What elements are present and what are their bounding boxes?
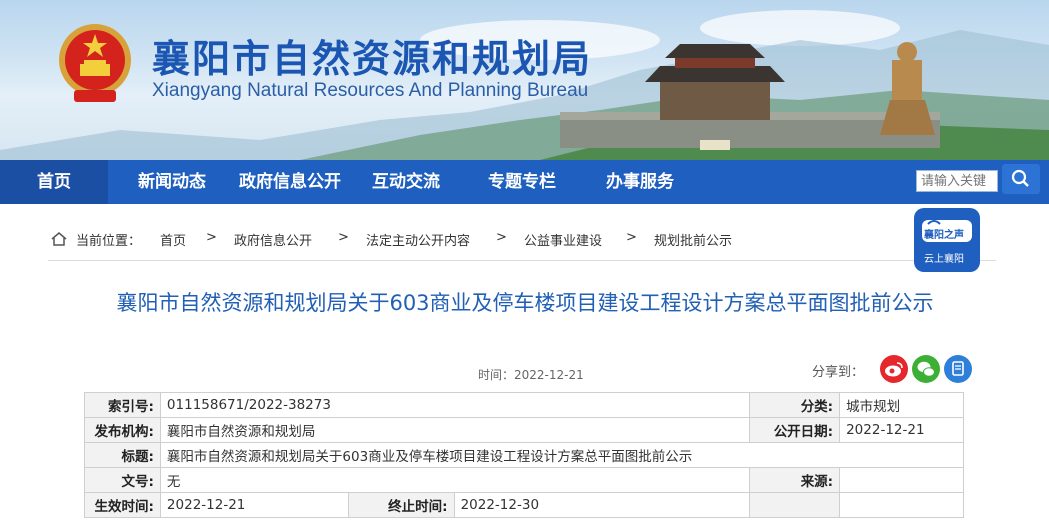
table-row: 索引号: 011158671/2022-38273 分类: 城市规划 [84, 392, 964, 418]
nav-item-interaction[interactable]: 互动交流 [360, 160, 452, 204]
nav-item-news[interactable]: 新闻动态 [122, 160, 222, 204]
copy-share-button[interactable] [944, 355, 972, 383]
breadcrumb-item-statutory[interactable]: 法定主动公开内容 [366, 230, 470, 249]
breadcrumb-separator: > [496, 230, 507, 245]
header-banner: 襄阳市自然资源和规划局 Xiangyang Natural Resources … [0, 0, 1049, 160]
app-badge-line2: 云上襄阳 [924, 254, 964, 265]
category-value: 城市规划 [839, 392, 964, 418]
table-row: 发布机构: 襄阳市自然资源和规划局 公开日期: 2022-12-21 [84, 417, 964, 443]
nav-item-services[interactable]: 办事服务 [594, 160, 686, 204]
breadcrumb-separator: > [206, 230, 217, 245]
nav-item-topics[interactable]: 专题专栏 [476, 160, 568, 204]
publisher-label: 发布机构: [84, 417, 161, 443]
publisher-value: 襄阳市自然资源和规划局 [159, 417, 751, 443]
xiangyang-app-badge[interactable]: 襄阳之声 云上襄阳 [914, 208, 980, 272]
empty-cell [839, 492, 964, 518]
site-subtitle: Xiangyang Natural Resources And Planning… [152, 80, 589, 101]
article-time: 时间：2022-12-21 [478, 366, 584, 383]
site-title: 襄阳市自然资源和规划局 [152, 37, 593, 81]
breadcrumb-item-planning[interactable]: 规划批前公示 [654, 230, 732, 249]
app-badge-line1: 襄阳之声 [924, 230, 964, 241]
wechat-icon [917, 361, 935, 377]
search-input[interactable] [916, 170, 998, 192]
table-row: 生效时间: 2022-12-21 终止时间: 2022-12-30 [84, 492, 964, 518]
source-label: 来源: [749, 467, 841, 493]
index-value: 011158671/2022-38273 [159, 392, 751, 418]
index-label: 索引号: [84, 392, 161, 418]
breadcrumb-separator: > [338, 230, 349, 245]
search-icon [1011, 169, 1029, 187]
wechat-share-button[interactable] [912, 355, 940, 383]
category-label: 分类: [749, 392, 841, 418]
end-value: 2022-12-30 [453, 492, 751, 518]
effective-value: 2022-12-21 [159, 492, 349, 518]
breadcrumb-item-home[interactable]: 首页 [160, 230, 186, 249]
end-label: 终止时间: [347, 492, 455, 518]
copy-icon [952, 361, 964, 376]
source-value [839, 467, 964, 493]
time-label: 时间： [478, 368, 515, 382]
nav-item-gov-info[interactable]: 政府信息公开 [228, 160, 352, 204]
date-label: 公开日期: [749, 417, 841, 443]
time-value: 2022-12-21 [514, 368, 584, 382]
effective-label: 生效时间: [84, 492, 161, 518]
info-table: 索引号: 011158671/2022-38273 分类: 城市规划 发布机构:… [84, 392, 965, 518]
table-row: 文号: 无 来源: [84, 467, 964, 493]
breadcrumb: 当前位置： 首页 > 政府信息公开 > 法定主动公开内容 > 公益事业建设 > … [48, 226, 996, 261]
emblem-icon [59, 24, 131, 102]
doc-label: 文号: [84, 467, 161, 493]
doc-value: 无 [159, 467, 751, 493]
search-button[interactable] [1002, 164, 1040, 194]
empty-cell [749, 492, 841, 518]
weibo-share-button[interactable] [880, 355, 908, 383]
breadcrumb-item-public-welfare[interactable]: 公益事业建设 [524, 230, 602, 249]
breadcrumb-label: 当前位置： [76, 234, 142, 249]
share-label: 分享到： [812, 365, 865, 380]
table-row: 标题: 襄阳市自然资源和规划局关于603商业及停车楼项目建设工程设计方案总平面图… [84, 442, 965, 468]
nav-item-home[interactable]: 首页 [0, 160, 108, 204]
breadcrumb-item-gov-info[interactable]: 政府信息公开 [234, 230, 312, 249]
title-value: 襄阳市自然资源和规划局关于603商业及停车楼项目建设工程设计方案总平面图批前公示 [159, 442, 965, 468]
home-icon [51, 232, 67, 246]
main-nav: 首页 新闻动态 政府信息公开 互动交流 专题专栏 办事服务 [0, 160, 1049, 204]
breadcrumb-separator: > [626, 230, 637, 245]
article-title: 襄阳市自然资源和规划局关于603商业及停车楼项目建设工程设计方案总平面图批前公示 [116, 291, 934, 315]
title-label: 标题: [84, 442, 161, 468]
date-value: 2022-12-21 [839, 417, 964, 443]
weibo-icon [885, 362, 903, 377]
